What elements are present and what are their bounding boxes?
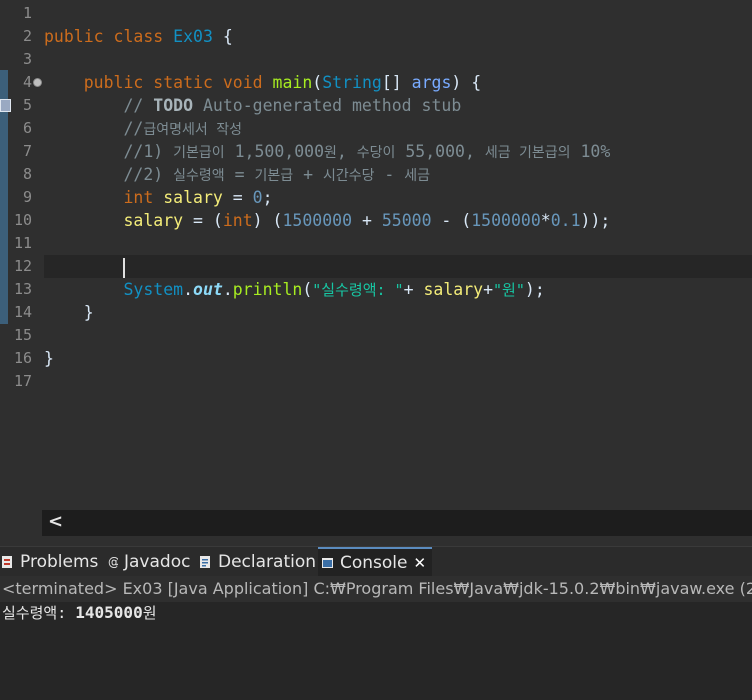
main-method-declaration: public static void main(String[] args) {: [83, 73, 482, 92]
console-process-label: <terminated> Ex03 [Java Application] C:₩…: [0, 576, 752, 603]
console-output-value: 1405000: [75, 603, 143, 622]
line-number: 12: [13, 257, 32, 275]
line-number: 7: [22, 142, 32, 160]
class-declaration: public class Ex03 {: [44, 27, 233, 46]
line-number: 9: [22, 188, 32, 206]
line-number: 11: [13, 234, 32, 252]
line-number: 5: [22, 96, 32, 114]
code-line-7[interactable]: 7 //1) 기본급이 1,500,000원, 수당이 55,000, 세금 기…: [0, 140, 752, 163]
bottom-panel-tabs: Problems @ Javadoc Declaration Console✕: [0, 546, 752, 577]
javadoc-icon: @: [108, 549, 120, 569]
code-line-16[interactable]: 16 }: [0, 347, 752, 370]
line-number: 2: [22, 27, 32, 45]
code-line-11[interactable]: 11: [0, 232, 752, 255]
scrollbar-corner: [0, 510, 42, 536]
svg-text:@: @: [108, 555, 118, 569]
comment: //2) 실수령액 = 기본급 + 시간수당 - 세금: [123, 165, 431, 184]
closing-brace: }: [44, 349, 54, 368]
horizontal-scrollbar[interactable]: <: [42, 510, 752, 536]
line-number: 16: [13, 349, 32, 367]
line-number: 15: [13, 326, 32, 344]
code-line-13[interactable]: 13 System.out.println("실수령액: "+ salary+"…: [0, 278, 752, 301]
text-caret: [123, 257, 126, 278]
closing-brace: }: [83, 303, 94, 322]
code-line-17[interactable]: 17: [0, 370, 752, 393]
code-line-5[interactable]: 5 // TODO Auto-generated method stub: [0, 94, 752, 117]
tab-javadoc[interactable]: @ Javadoc: [108, 547, 190, 577]
code-line-6[interactable]: 6 //급여명세서 작성: [0, 117, 752, 140]
close-icon[interactable]: ✕: [414, 554, 427, 572]
problems-icon: [2, 549, 14, 568]
scroll-left-arrow-icon[interactable]: <: [48, 511, 63, 532]
code-line-12[interactable]: 12: [0, 255, 752, 278]
code-line-9[interactable]: 9 int salary = 0;: [0, 186, 752, 209]
console-icon: [322, 551, 334, 568]
tab-problems[interactable]: Problems: [2, 547, 98, 577]
line-number: 1: [22, 4, 32, 22]
line-number: 8: [22, 165, 32, 183]
code-line-2[interactable]: 2 public class Ex03 {: [0, 25, 752, 48]
assignment-statement: salary = (int) (1500000 + 55000 - (15000…: [123, 211, 611, 230]
declaration-icon: [200, 549, 212, 568]
println-statement: System.out.println("실수령액: "+ salary+"원")…: [123, 280, 545, 299]
tab-declaration[interactable]: Declaration: [200, 547, 316, 577]
console-output-unit: 원: [142, 604, 157, 622]
todo-comment: // TODO Auto-generated method stub: [123, 96, 462, 115]
line-number: 4: [22, 73, 32, 91]
line-number: 17: [13, 372, 32, 390]
code-line-1[interactable]: 1: [0, 2, 752, 25]
console-output-label: 실수령액:: [2, 604, 76, 622]
tab-console[interactable]: Console ✕: [318, 547, 433, 577]
comment: //1) 기본급이 1,500,000원, 수당이 55,000, 세금 기본급…: [123, 142, 611, 161]
console-output[interactable]: 실수령액: 1405000원: [0, 602, 752, 700]
fold-collapse-icon[interactable]: [33, 78, 42, 87]
current-line-highlight: [44, 255, 752, 278]
line-number: 10: [13, 211, 32, 229]
code-line-10[interactable]: 10 salary = (int) (1500000 + 55000 - (15…: [0, 209, 752, 232]
line-number: 3: [22, 50, 32, 68]
code-line-14[interactable]: 14 }: [0, 301, 752, 324]
code-line-15[interactable]: 15: [0, 324, 752, 347]
line-number: 14: [13, 303, 32, 321]
variable-declaration: int salary = 0;: [123, 188, 273, 207]
line-number: 13: [13, 280, 32, 298]
code-line-8[interactable]: 8 //2) 실수령액 = 기본급 + 시간수당 - 세금: [0, 163, 752, 186]
line-number: 6: [22, 119, 32, 137]
text-caret-line: [44, 255, 126, 278]
code-editor[interactable]: 1 2 public class Ex03 { 3 4 public stati…: [0, 0, 752, 510]
comment: //급여명세서 작성: [123, 119, 242, 138]
code-line-3[interactable]: 3: [0, 48, 752, 71]
code-line-4[interactable]: 4 public static void main(String[] args)…: [0, 71, 752, 94]
